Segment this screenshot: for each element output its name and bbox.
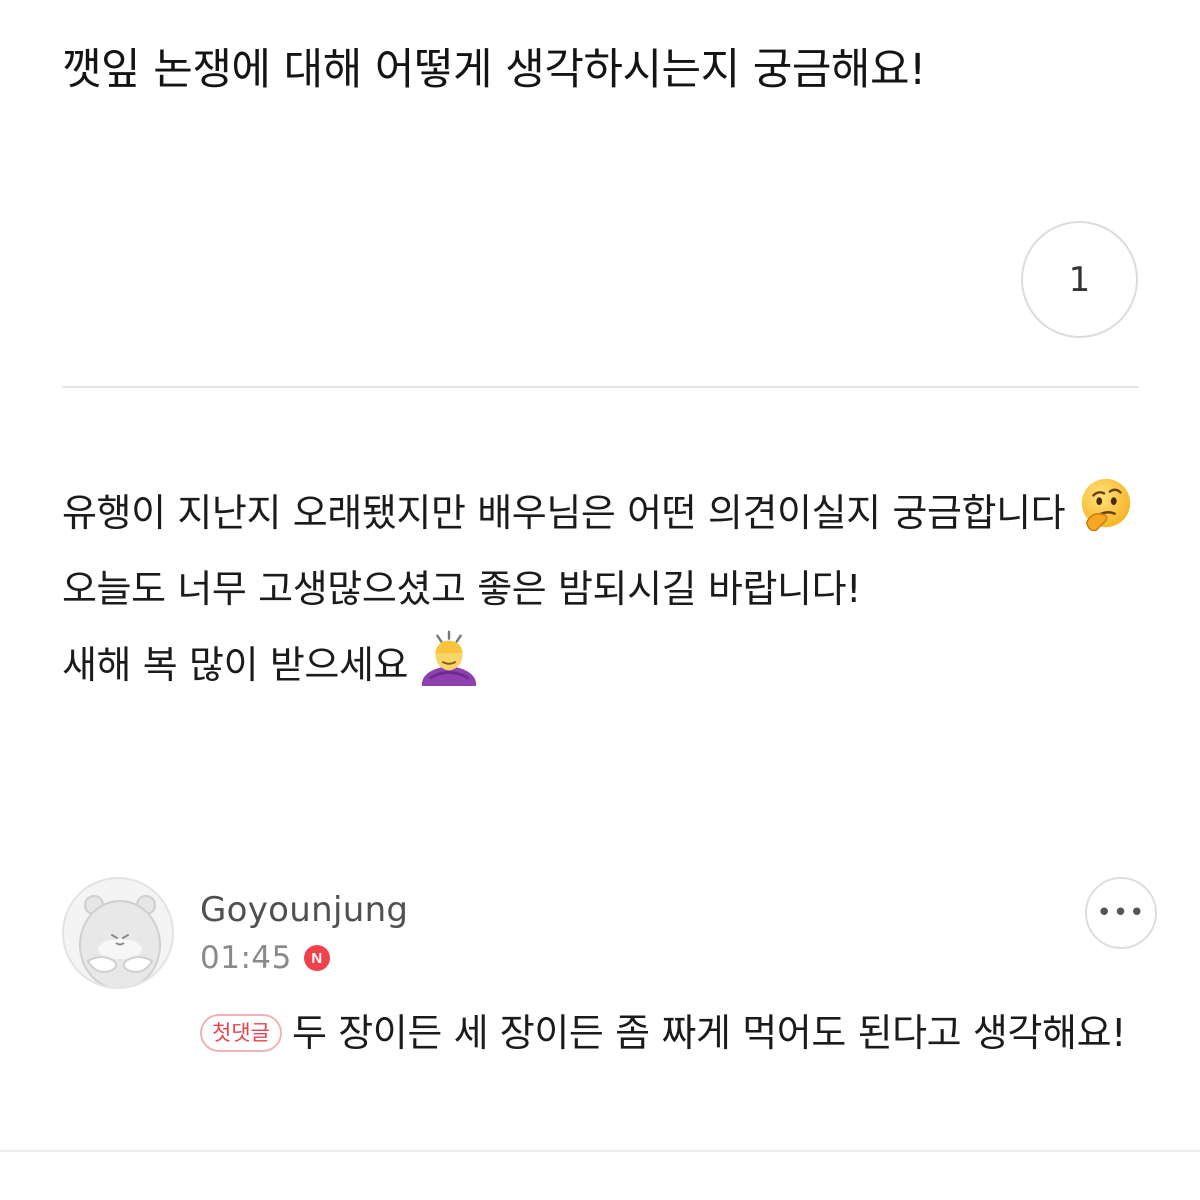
comment-time: 01:45 bbox=[200, 940, 292, 976]
comment-body: 첫댓글 두 장이든 세 장이든 좀 짜게 먹어도 된다고 생각해요! bbox=[200, 1000, 1150, 1066]
qa-page: 깻잎 논쟁에 대해 어떻게 생각하시는지 궁금해요! 1 유행이 지난지 오래됐… bbox=[0, 0, 1200, 1200]
post-line-1: 유행이 지난지 오래됐지만 배우님은 어떤 의견이실지 궁금합니다 bbox=[62, 475, 1142, 551]
comment-meta: 01:45 N bbox=[200, 940, 330, 976]
post-line-3: 새해 복 많이 받으세요 bbox=[62, 627, 1142, 703]
comment-text: 두 장이든 세 장이든 좀 짜게 먹어도 된다고 생각해요! bbox=[291, 1011, 1126, 1055]
new-badge: N bbox=[303, 945, 330, 971]
thinking-face-icon bbox=[1082, 478, 1131, 532]
more-options-button[interactable]: ••• bbox=[1085, 877, 1157, 949]
post-line-3-text: 새해 복 많이 받으세요 bbox=[62, 643, 409, 687]
post-line-1-text: 유행이 지난지 오래됐지만 배우님은 어떤 의견이실지 궁금합니다 bbox=[62, 491, 1066, 535]
question-title: 깻잎 논쟁에 대해 어떻게 생각하시는지 궁금해요! bbox=[62, 45, 926, 95]
post-body: 유행이 지난지 오래됐지만 배우님은 어떤 의견이실지 궁금합니다 오늘도 너무… bbox=[62, 475, 1142, 703]
divider bbox=[0, 1150, 1200, 1152]
divider bbox=[62, 386, 1139, 388]
comment-author[interactable]: Goyounjung bbox=[200, 890, 408, 930]
avatar[interactable] bbox=[62, 877, 174, 989]
person-bowing-icon bbox=[422, 630, 477, 686]
hamster-avatar-icon bbox=[79, 895, 161, 987]
answer-count-badge[interactable]: 1 bbox=[1021, 221, 1138, 338]
post-line-2: 오늘도 너무 고생많으셨고 좋은 밤되시길 바랍니다! bbox=[62, 567, 861, 611]
first-comment-badge: 첫댓글 bbox=[200, 1014, 282, 1052]
